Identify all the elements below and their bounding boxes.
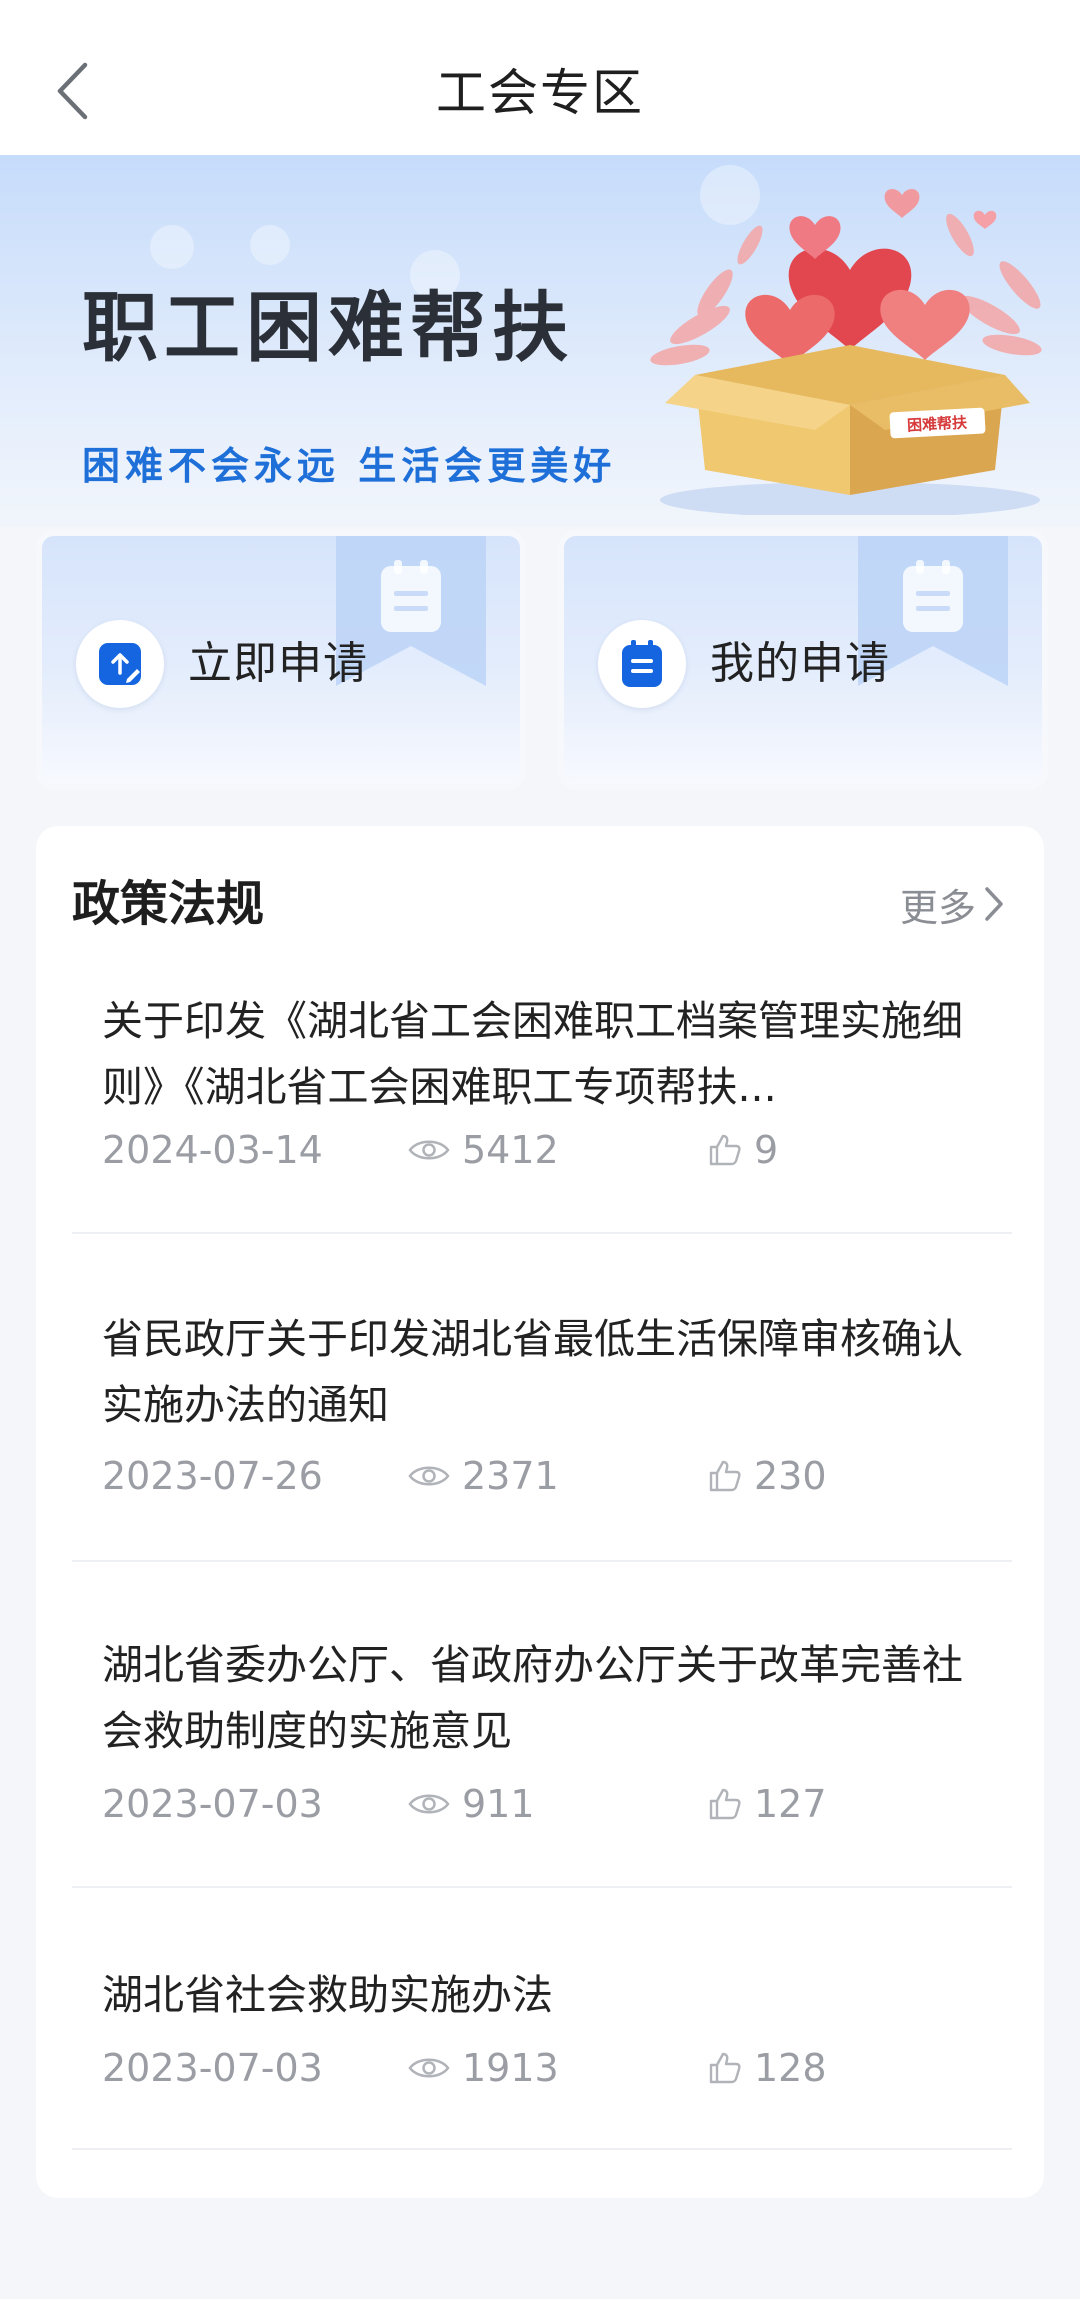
news-likes: 128 xyxy=(708,2040,827,2096)
box-label: 困难帮扶 xyxy=(907,413,969,434)
likes-count: 230 xyxy=(754,1454,827,1498)
thumbs-up-icon xyxy=(709,1134,741,1166)
news-views: 5412 xyxy=(408,1122,559,1178)
chevron-right-icon xyxy=(985,887,1003,921)
banner-subtitle: 困难不会永远 生活会更美好 xyxy=(82,444,617,488)
more-label: 更多 xyxy=(899,885,976,930)
gift-box-hearts-illustration: 困难帮扶 xyxy=(650,188,1042,515)
eye-icon xyxy=(408,1140,450,1160)
banner-title: 职工困难帮扶 xyxy=(82,283,574,372)
document-list-icon xyxy=(622,640,662,687)
views-count: 2371 xyxy=(462,1454,559,1498)
list-item[interactable]: 省民政厅关于印发湖北省最低生活保障审核确认实施办法的通知 2023-07-26 … xyxy=(72,1234,1012,1562)
news-title: 湖北省社会救助实施办法 xyxy=(102,1971,553,2019)
thumbs-up-icon xyxy=(709,2052,741,2084)
apply-now-label: 立即申请 xyxy=(188,638,368,689)
news-likes: 9 xyxy=(708,1122,778,1178)
page-title: 工会专区 xyxy=(436,64,644,122)
my-applications-icon-wrap xyxy=(598,620,686,708)
news-likes: 230 xyxy=(708,1448,827,1504)
top-nav-bar: 工会专区 xyxy=(0,0,1080,155)
news-meta: 2023-07-03 911 127 xyxy=(102,1776,982,1832)
hardship-support-banner: 职工困难帮扶 困难不会永远 生活会更美好 困难帮扶 xyxy=(0,155,1080,527)
edit-upload-icon xyxy=(99,643,141,685)
news-date: 2024-03-14 xyxy=(102,1128,323,1172)
likes-count: 128 xyxy=(754,2046,827,2090)
news-meta: 2024-03-14 5412 9 xyxy=(102,1122,982,1178)
news-views: 1913 xyxy=(408,2040,559,2096)
views-count: 911 xyxy=(462,1782,535,1826)
news-meta: 2023-07-03 1913 128 xyxy=(102,2040,982,2096)
news-title: 关于印发《湖北省工会困难职工档案管理实施细则》《湖北省工会困难职工专项帮扶... xyxy=(102,997,963,1111)
news-title: 省民政厅关于印发湖北省最低生活保障审核确认实施办法的通知 xyxy=(102,1315,963,1429)
news-title: 湖北省委办公厅、省政府办公厅关于改革完善社会救助制度的实施意见 xyxy=(102,1641,963,1755)
eye-icon xyxy=(408,1466,450,1486)
list-item[interactable]: 湖北省委办公厅、省政府办公厅关于改革完善社会救助制度的实施意见 2023-07-… xyxy=(72,1562,1012,1888)
likes-count: 9 xyxy=(754,1128,779,1172)
news-date: 2023-07-03 xyxy=(102,2046,323,2090)
likes-count: 127 xyxy=(754,1782,827,1826)
list-item[interactable]: 湖北省社会救助实施办法 2023-07-03 1913 128 xyxy=(72,1888,1012,2150)
views-count: 1913 xyxy=(462,2046,559,2090)
news-views: 2371 xyxy=(408,1448,559,1504)
views-count: 5412 xyxy=(462,1128,559,1172)
apply-icon-wrap xyxy=(76,620,164,708)
news-date: 2023-07-03 xyxy=(102,1782,323,1826)
news-likes: 127 xyxy=(708,1776,827,1832)
my-applications-card[interactable]: 我的申请 xyxy=(558,530,1048,790)
more-link[interactable]: 更多 xyxy=(900,876,1004,932)
news-date: 2023-07-26 xyxy=(102,1454,323,1498)
list-item[interactable]: 关于印发《湖北省工会困难职工档案管理实施细则》《湖北省工会困难职工专项帮扶...… xyxy=(72,976,1012,1234)
news-views: 911 xyxy=(408,1776,535,1832)
apply-now-card[interactable]: 立即申请 xyxy=(36,530,526,790)
thumbs-up-icon xyxy=(709,1788,741,1820)
policy-section: 政策法规 更多 关于印发《湖北省工会困难职工档案管理实施细则》《湖北省工会困难职… xyxy=(36,826,1044,2198)
news-meta: 2023-07-26 2371 230 xyxy=(102,1448,982,1504)
thumbs-up-icon xyxy=(709,1460,741,1492)
eye-icon xyxy=(408,1794,450,1814)
my-applications-label: 我的申请 xyxy=(710,638,890,689)
section-title: 政策法规 xyxy=(72,876,265,932)
eye-icon xyxy=(408,2058,450,2078)
